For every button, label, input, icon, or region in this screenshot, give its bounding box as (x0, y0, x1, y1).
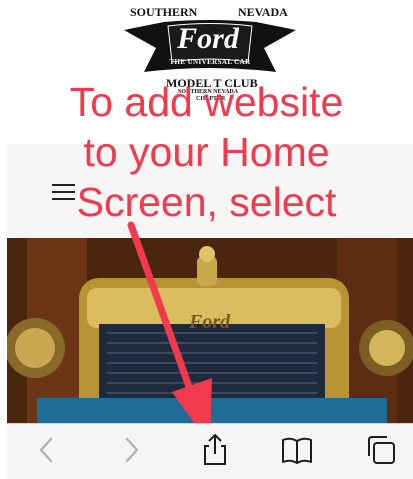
share-icon[interactable] (197, 432, 233, 468)
model-t-radiator-photo: Ford (7, 238, 413, 423)
book-icon[interactable] (279, 432, 315, 468)
chevron-right-icon[interactable] (113, 432, 149, 468)
logo-ford-text: Ford (177, 22, 239, 55)
instruction-line-1: To add website (69, 79, 344, 125)
svg-text:Ford: Ford (188, 311, 231, 333)
instruction-line-2: to your Home (83, 129, 330, 175)
instruction-line-3: Screen, select (76, 179, 337, 225)
chevron-left-icon[interactable] (29, 432, 65, 468)
logo-tagline: THE UNIVERSAL CAR (169, 58, 251, 66)
tabs-icon[interactable] (363, 432, 399, 468)
instruction-text: To add website to your Home Screen, sele… (0, 77, 413, 227)
safari-toolbar (7, 423, 413, 479)
